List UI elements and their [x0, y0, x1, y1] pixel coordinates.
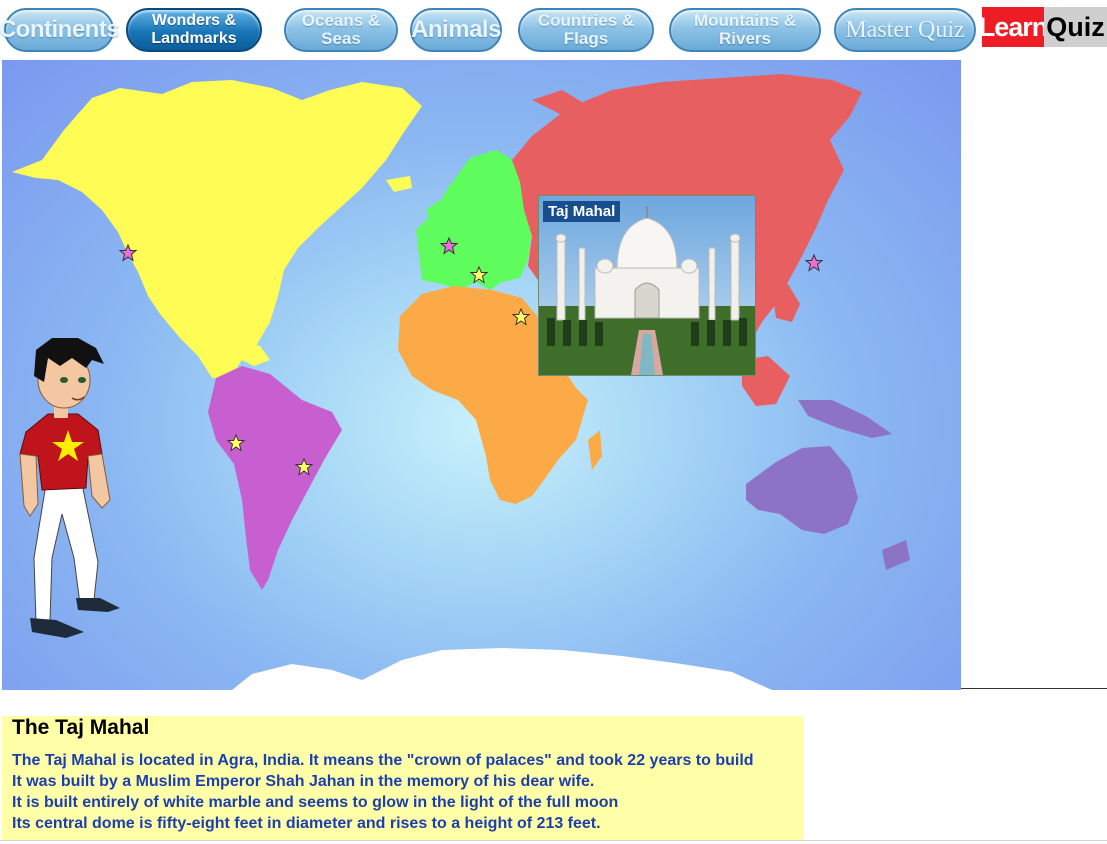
tab-animals[interactable]: Animals: [410, 8, 502, 52]
landmark-star-mount-fuji[interactable]: [804, 253, 824, 272]
top-nav: Continents Wonders & Landmarks Oceans & …: [0, 0, 1107, 60]
tab-label: Countries & Flags: [537, 11, 635, 48]
tab-label: Master Quiz: [845, 17, 965, 43]
info-title: The Taj Mahal: [12, 716, 150, 739]
tab-oceans-seas[interactable]: Oceans & Seas: [284, 8, 398, 52]
info-line: Its central dome is fifty-eight feet in …: [12, 815, 601, 832]
tab-label: Continents: [0, 16, 120, 43]
info-line: The Taj Mahal is located in Agra, India.…: [12, 752, 754, 769]
info-line: It is built entirely of white marble and…: [12, 794, 619, 811]
tab-label: Oceans & Seas: [301, 11, 381, 48]
taj-mahal-image: [539, 196, 755, 375]
tab-master-quiz[interactable]: Master Quiz: [834, 8, 976, 52]
continent-australia[interactable]: [746, 446, 858, 534]
guide-character: [19, 338, 120, 638]
divider: [961, 688, 1107, 689]
tab-wonders-landmarks[interactable]: Wonders & Landmarks: [126, 8, 262, 52]
tab-mountains-rivers[interactable]: Mountains & Rivers: [669, 8, 821, 52]
tab-label: Animals: [411, 16, 501, 43]
popup-title: Taj Mahal: [543, 201, 621, 222]
world-map: [2, 60, 961, 690]
landmark-photo: [538, 195, 756, 376]
info-panel: The Taj Mahal The Taj Mahal is located i…: [2, 716, 803, 840]
divider: [0, 840, 1107, 841]
tab-continents[interactable]: Continents: [0, 8, 120, 52]
learn-mode-button[interactable]: Learn: [979, 7, 1048, 47]
continent-antarctica[interactable]: [232, 648, 772, 690]
tab-label: Wonders & Landmarks: [151, 12, 237, 47]
info-line: It was built by a Muslim Emperor Shah Ja…: [12, 773, 595, 790]
tab-label: Mountains & Rivers: [694, 11, 796, 48]
continent-south-america[interactable]: [208, 366, 342, 590]
quiz-mode-button[interactable]: Quiz: [1044, 7, 1107, 47]
tab-countries-flags[interactable]: Countries & Flags: [518, 8, 654, 52]
